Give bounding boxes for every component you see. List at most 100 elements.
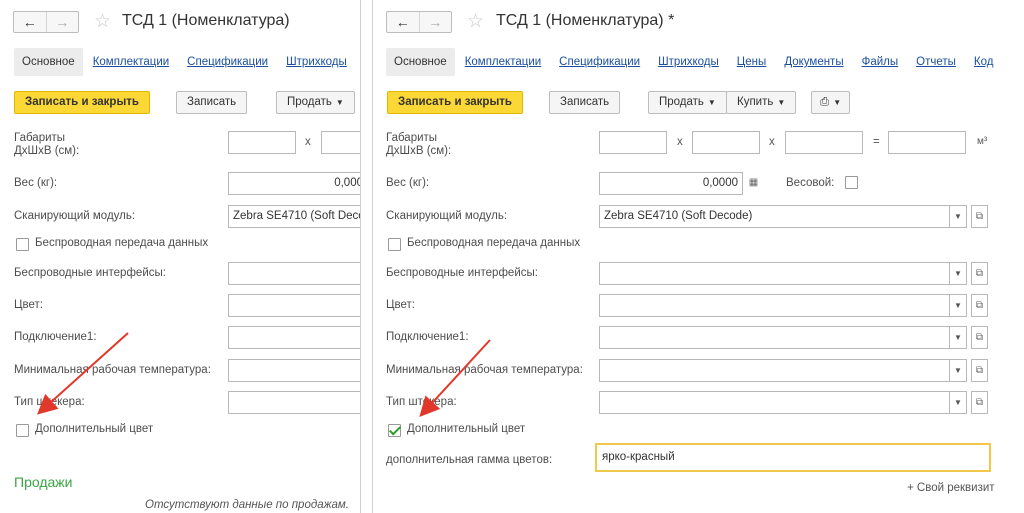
height-field[interactable] [785, 131, 863, 154]
tab-barcodes[interactable]: Штрихкоды [278, 48, 355, 76]
save-button[interactable]: Записать [549, 91, 621, 114]
star-icon[interactable]: ☆ [467, 10, 484, 33]
arrow-left-icon[interactable]: ← [14, 12, 46, 32]
min-temp-label: Минимальная рабочая температура: [14, 364, 211, 376]
arrow-right-icon[interactable]: → [45, 12, 79, 32]
min-temp-open-icon[interactable]: ⧉ [971, 359, 988, 382]
wireless-if-open-icon[interactable]: ⧉ [971, 262, 988, 285]
weight-field[interactable]: 0,000 [228, 172, 360, 195]
window-gap [361, 0, 372, 513]
dims-label: Габариты ДхШхВ (см): [386, 132, 452, 157]
wireless-if-label: Беспроводные интерфейсы: [14, 267, 166, 279]
sales-section-title: Продажи [14, 474, 73, 490]
buy-label: Купить [737, 96, 774, 108]
color-field[interactable] [599, 294, 950, 317]
conn-field[interactable] [228, 326, 360, 349]
dim-separator-1: x [677, 136, 683, 148]
sell-button[interactable]: Продать ▼ [648, 91, 727, 114]
arrow-right-icon[interactable]: → [418, 12, 452, 32]
wireless-if-label: Беспроводные интерфейсы: [386, 267, 538, 279]
conn-chevron-icon[interactable]: ▼ [950, 326, 967, 349]
sell-button[interactable]: Продать ▼ [276, 91, 355, 114]
tab-specs[interactable]: Спецификации [551, 48, 648, 76]
equals-sign: = [873, 136, 880, 148]
weight-field[interactable]: 0,0000 [599, 172, 743, 195]
scanner-field[interactable]: Zebra SE4710 (Soft Decode) [228, 205, 360, 228]
nav-buttons: ← → [13, 11, 79, 33]
tab-documents[interactable]: Документы [776, 48, 851, 76]
save-button[interactable]: Записать [176, 91, 248, 114]
sticker-chevron-icon[interactable]: ▼ [950, 391, 967, 414]
page-title: ТСД 1 (Номенклатура) * [496, 12, 675, 29]
sticker-open-icon[interactable]: ⧉ [971, 391, 988, 414]
extra-gamma-field[interactable]: ярко-красный [595, 443, 991, 472]
tab-codes[interactable]: Код [966, 48, 1002, 76]
tab-kits[interactable]: Комплектации [85, 48, 177, 76]
color-open-icon[interactable]: ⧉ [971, 294, 988, 317]
extra-color-label: Дополнительный цвет [407, 423, 526, 435]
tab-main[interactable]: Основное [386, 48, 455, 76]
dim-separator-2: x [769, 136, 775, 148]
calculator-icon[interactable]: ▦ [745, 172, 762, 195]
min-temp-label: Минимальная рабочая температура: [386, 364, 583, 376]
wireless-checkbox[interactable] [388, 238, 401, 251]
weight-label: Вес (кг): [386, 177, 430, 189]
save-close-button[interactable]: Записать и закрыть [14, 91, 150, 114]
conn-field[interactable] [599, 326, 950, 349]
star-icon[interactable]: ☆ [94, 10, 111, 33]
color-chevron-icon[interactable]: ▼ [950, 294, 967, 317]
sticker-field[interactable] [599, 391, 950, 414]
scanner-label: Сканирующий модуль: [14, 210, 136, 222]
color-field[interactable] [228, 294, 360, 317]
tab-main[interactable]: Основное [14, 48, 83, 76]
print-button[interactable]: ⎙ ▼ [811, 91, 851, 114]
extra-color-checkbox[interactable] [16, 424, 29, 437]
volume-unit: м³ [977, 136, 988, 147]
no-sales-text: Отсутствуют данные по продажам. [145, 499, 349, 511]
tab-bar: Основное Комплектации Спецификации Штрих… [14, 48, 357, 76]
tab-kits[interactable]: Комплектации [457, 48, 549, 76]
chevron-down-icon: ▼ [335, 98, 344, 107]
width-field[interactable] [321, 131, 360, 154]
chevron-down-icon: ▼ [833, 98, 842, 107]
tab-barcodes[interactable]: Штрихкоды [650, 48, 727, 76]
save-close-button[interactable]: Записать и закрыть [387, 91, 523, 114]
sticker-field[interactable] [228, 391, 360, 414]
color-label: Цвет: [14, 299, 43, 311]
min-temp-chevron-icon[interactable]: ▼ [950, 359, 967, 382]
dim-separator: x [305, 136, 311, 148]
sticker-label: Тип штекера: [14, 396, 85, 408]
extra-gamma-label: дополнительная гамма цветов: [386, 454, 553, 466]
weight-flag-checkbox[interactable] [845, 176, 858, 189]
length-field[interactable] [228, 131, 296, 154]
page-title: ТСД 1 (Номенклатура) [122, 12, 290, 29]
tab-specs[interactable]: Спецификации [179, 48, 276, 76]
buy-button[interactable]: Купить ▼ [726, 91, 797, 114]
extra-color-checkbox[interactable] [388, 424, 401, 437]
add-own-attribute-link[interactable]: + Свой реквизит [907, 482, 995, 494]
length-field[interactable] [599, 131, 667, 154]
wireless-if-chevron-icon[interactable]: ▼ [950, 262, 967, 285]
width-field[interactable] [692, 131, 760, 154]
weight-flag-label: Весовой: [786, 177, 835, 189]
scanner-field[interactable]: Zebra SE4710 (Soft Decode) [599, 205, 950, 228]
scanner-open-icon[interactable]: ⧉ [971, 205, 988, 228]
sell-label: Продать [659, 96, 704, 108]
printer-icon: ⎙ [820, 96, 830, 108]
scanner-dropdown-chevron-icon[interactable]: ▼ [950, 205, 967, 228]
arrow-left-icon[interactable]: ← [387, 12, 419, 32]
wireless-if-field[interactable] [599, 262, 950, 285]
tab-prices[interactable]: Цены [729, 48, 775, 76]
wireless-if-field[interactable] [228, 262, 360, 285]
tab-reports[interactable]: Отчеты [908, 48, 964, 76]
volume-field[interactable] [888, 131, 966, 154]
min-temp-field[interactable] [599, 359, 950, 382]
weight-label: Вес (кг): [14, 177, 58, 189]
wireless-checkbox[interactable] [16, 238, 29, 251]
conn-label: Подключение1: [14, 331, 97, 343]
tab-files[interactable]: Файлы [854, 48, 907, 76]
chevron-down-icon: ▼ [777, 98, 786, 107]
wireless-label: Беспроводная передача данных [35, 237, 209, 249]
conn-open-icon[interactable]: ⧉ [971, 326, 988, 349]
min-temp-field[interactable] [228, 359, 360, 382]
